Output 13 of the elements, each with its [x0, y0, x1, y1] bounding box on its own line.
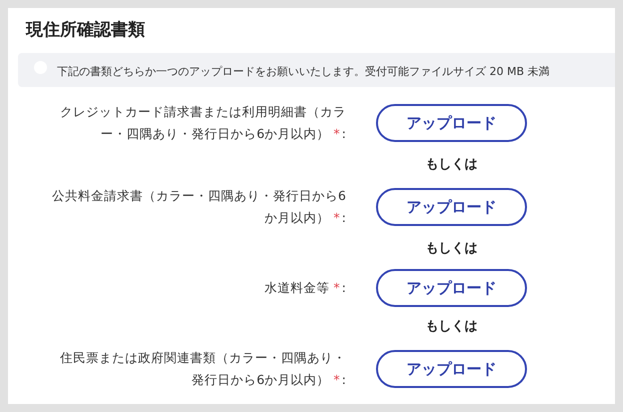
document-label: クレジットカード請求書または利用明細書（カラ ー・四隅あり・発行日から6か月以内） * :: [60, 103, 346, 143]
upload-button[interactable]: アップロード: [376, 104, 527, 142]
document-label: 公共料金請求書（カラー・四隅あり・発行日から6 か月以内） * :: [52, 187, 346, 227]
document-label: 水道料金等 * :: [264, 279, 346, 297]
or-separator: もしくは: [426, 156, 478, 174]
upload-button[interactable]: アップロード: [376, 188, 527, 226]
document-label: 住民票または政府関連書類（カラー・四隅あり・ 発行日から6か月以内） * :: [60, 349, 346, 389]
or-separator: もしくは: [426, 240, 478, 258]
or-separator: もしくは: [426, 318, 478, 336]
notice-text: 下記の書類どちらか一つのアップロードをお願いいたします。受付可能ファイルサイズ 20 MB 未満: [57, 64, 550, 78]
upload-button[interactable]: アップロード: [376, 350, 527, 388]
upload-button[interactable]: アップロード: [376, 269, 527, 307]
section-title: 現住所確認書類: [26, 19, 146, 42]
